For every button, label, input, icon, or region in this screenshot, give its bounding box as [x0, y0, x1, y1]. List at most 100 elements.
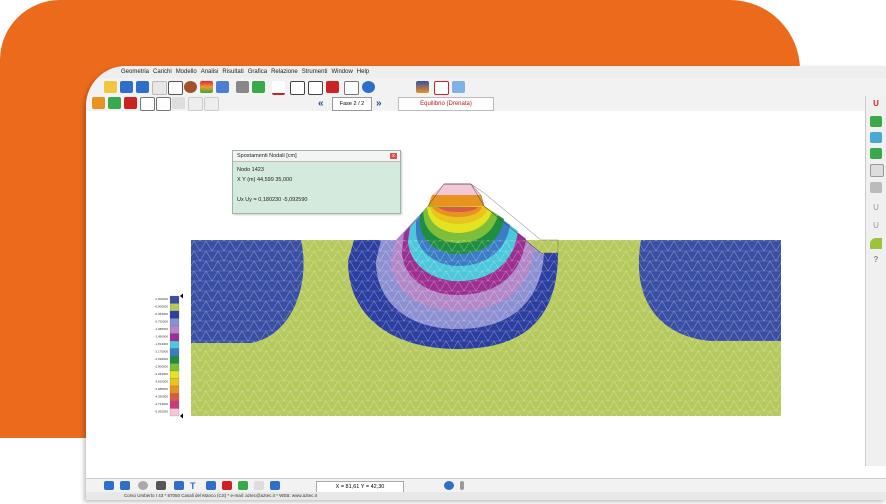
legend-label: -3,988000 [154, 387, 168, 391]
bottom-toolbar: T X = 81,61 Y = 42,30 [86, 478, 886, 493]
table-small-icon[interactable] [156, 97, 171, 111]
soil-icon[interactable] [184, 81, 197, 93]
mesh-icon[interactable] [252, 81, 265, 93]
legend-swatch [169, 355, 180, 364]
triangle-icon[interactable] [140, 97, 155, 111]
legend-label: -0,000000 [154, 305, 168, 309]
line-icon[interactable] [174, 481, 184, 490]
legend-swatch [169, 408, 180, 417]
popup-title: Spostamenti Nodali [cm] [233, 151, 400, 162]
uy-icon[interactable]: U [870, 220, 882, 231]
mesh-overlay [191, 240, 781, 416]
copy-icon[interactable] [236, 81, 249, 93]
text-tool-icon[interactable]: T [190, 481, 200, 491]
legend-marker-bottom [180, 413, 183, 419]
table-tool-icon[interactable] [206, 481, 216, 490]
legend-label: -4,350000 [154, 395, 168, 399]
secondary-toolbar: « Fase 2 / 2 » Equilibrio (Drenata) [86, 96, 886, 112]
mesh-view2-icon[interactable] [870, 132, 882, 143]
layers-icon[interactable] [200, 81, 213, 93]
legend-swatch [169, 385, 180, 394]
document-icon[interactable] [870, 182, 882, 193]
table-icon[interactable] [216, 81, 229, 93]
tool-icon[interactable] [270, 481, 280, 490]
colormap-icon[interactable] [416, 81, 429, 93]
wave-icon[interactable] [272, 81, 285, 95]
back-icon[interactable] [120, 481, 130, 490]
legend-swatch [169, 378, 180, 387]
menu-help[interactable]: Help [357, 69, 369, 75]
sqrt-red-icon[interactable] [326, 81, 339, 93]
open-folder-icon[interactable] [104, 81, 117, 93]
circle-icon[interactable] [138, 481, 148, 490]
legend-swatch [169, 295, 180, 304]
fem-mesh-plot: 0,000000 -0,000000 -0,363000 -0,725000 -1,08… [154, 183, 781, 419]
menu-window[interactable]: Window [331, 69, 352, 75]
geometry-icon[interactable] [152, 81, 167, 95]
menu-modello[interactable]: Modello [176, 69, 197, 75]
phase-indicator: Fase 2 / 2 [332, 97, 372, 111]
model-canvas[interactable]: 0,000000 -0,000000 -0,363000 -0,725000 -1,08… [86, 111, 866, 463]
ux-icon[interactable]: U [870, 202, 882, 213]
pencil-icon[interactable] [172, 97, 185, 109]
mesh-view3-icon[interactable] [870, 148, 882, 159]
legend-swatch [169, 325, 180, 334]
save-as-icon[interactable] [136, 81, 149, 93]
popup-coords: X Y (m) 44,599 35,000 [237, 177, 293, 183]
menu-bar: Geometria Carichi Modello Analisi Risult… [86, 66, 886, 78]
legend-swatch [169, 363, 180, 372]
mesh-view-icon[interactable] [870, 116, 882, 127]
play-icon[interactable] [444, 481, 454, 490]
prev-phase-icon[interactable]: « [318, 98, 324, 109]
building-icon[interactable] [238, 481, 248, 490]
menu-relazione[interactable]: Relazione [271, 69, 298, 75]
shape-icon[interactable] [254, 481, 264, 490]
legend-label: -5,092590 [154, 410, 168, 414]
area-chart-icon[interactable] [108, 97, 121, 109]
curve-icon[interactable] [870, 238, 882, 249]
load-icon[interactable] [124, 97, 137, 109]
right-tool-panel: U U U ? [865, 96, 886, 466]
settings-icon[interactable] [452, 81, 465, 93]
legend-label: -1,813000 [154, 342, 168, 346]
arrow-icon[interactable] [104, 481, 114, 490]
help-icon[interactable]: ? [870, 254, 882, 265]
popup-node: Nodo 1423 [237, 167, 264, 173]
legend-label: 0,000000 [155, 297, 168, 301]
legend-swatch [169, 370, 180, 379]
flag-icon[interactable] [222, 481, 232, 490]
status-bar: Corso Umberto I 43 * 87050 Casali del Ma… [86, 492, 886, 500]
measure-icon[interactable] [156, 481, 166, 490]
chart-icon[interactable] [92, 97, 105, 109]
legend-swatch [169, 400, 180, 409]
legend-swatch [169, 348, 180, 357]
u-result-icon[interactable]: U [870, 98, 882, 109]
save-icon[interactable] [120, 81, 133, 93]
report-icon[interactable] [344, 81, 359, 95]
blank2-icon[interactable] [204, 97, 219, 111]
menu-analisi[interactable]: Analisi [201, 69, 219, 75]
legend-swatch [169, 303, 180, 312]
menu-strumenti[interactable]: Strumenti [302, 69, 328, 75]
menu-geometria[interactable]: Geometria [121, 69, 149, 75]
legend-label: -2,538000 [154, 357, 168, 361]
sqrt-chart-icon[interactable] [308, 81, 323, 95]
next-phase-icon[interactable]: » [376, 98, 382, 109]
legend-label: -4,713000 [154, 402, 168, 406]
menu-risultati[interactable]: Risultati [222, 69, 243, 75]
legend-label: -2,175000 [154, 350, 168, 354]
close-icon[interactable]: x [390, 153, 397, 159]
blank-icon[interactable] [188, 97, 203, 111]
legend-label: -0,725000 [154, 320, 168, 324]
info-icon[interactable] [362, 81, 375, 93]
pause-icon[interactable] [460, 481, 464, 490]
sqrt-icon[interactable] [290, 81, 305, 95]
rectangle-icon[interactable] [168, 81, 183, 95]
menu-carichi[interactable]: Carichi [153, 69, 172, 75]
tab-equilibrio[interactable]: Equilibrio (Drenata) [398, 97, 494, 111]
app-window: Geometria Carichi Modello Analisi Risult… [86, 66, 886, 500]
grid-view-icon[interactable] [870, 164, 884, 177]
legend-marker-top [180, 293, 183, 299]
menu-grafica[interactable]: Grafica [248, 69, 267, 75]
grid-icon[interactable] [434, 81, 449, 95]
